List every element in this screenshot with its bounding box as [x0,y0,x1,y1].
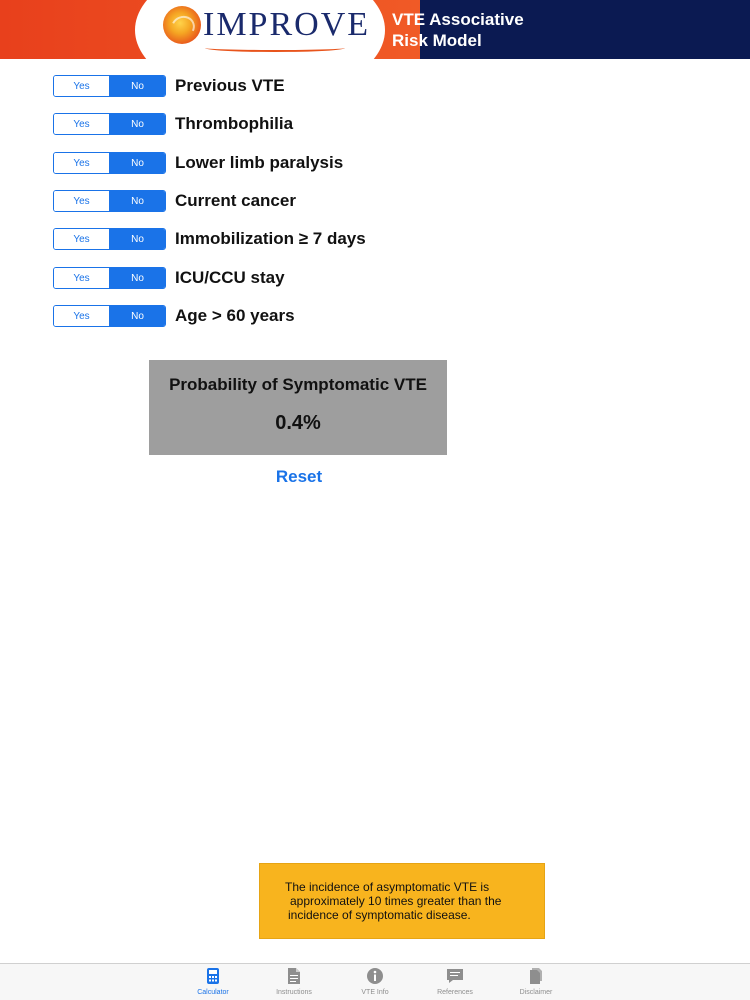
factor-row-lower-limb-paralysis: Yes No Lower limb paralysis [53,152,453,174]
speech-bubble-icon [447,969,463,983]
logo-text: IMPROVE [203,6,371,43]
tab-instructions[interactable]: Instructions [254,967,334,996]
no-option[interactable]: No [109,229,165,249]
tab-references[interactable]: References [415,967,495,996]
tab-label: Disclaimer [519,989,553,996]
no-option[interactable]: No [109,76,165,96]
factor-label: Current cancer [175,191,296,210]
tab-label: Calculator [197,989,229,996]
no-option[interactable]: No [109,114,165,134]
yes-option[interactable]: Yes [54,76,109,96]
factor-row-icu-ccu-stay: Yes No ICU/CCU stay [53,267,453,289]
tab-label: References [437,989,473,996]
probability-result-box: Probability of Symptomatic VTE 0.4% [149,360,447,455]
header-title-line1: VTE Associative [392,10,524,29]
tab-bar: Calculator Instructions VTE Info Referen… [0,963,750,1000]
factor-label: Lower limb paralysis [175,153,344,172]
note-text: The incidence of asymptomatic VTE is app… [285,880,535,922]
reset-button[interactable]: Reset [249,467,349,487]
factor-label: Age > 60 years [175,306,295,325]
tab-calculator[interactable]: Calculator [173,967,253,996]
info-icon [367,968,383,984]
header-title: VTE Associative Risk Model [392,9,524,51]
no-option[interactable]: No [109,268,165,288]
result-title: Probability of Symptomatic VTE [169,375,427,394]
factor-label: Thrombophilia [175,114,294,133]
yes-option[interactable]: Yes [54,191,109,211]
factor-row-immobilization: Yes No Immobilization ≥ 7 days [53,228,453,250]
yes-no-toggle[interactable]: Yes No [53,305,166,327]
note-line: The incidence of asymptomatic VTE is [285,880,490,894]
yes-no-toggle[interactable]: Yes No [53,190,166,212]
tab-label: VTE Info [361,989,389,996]
document-icon [288,968,300,984]
no-option[interactable]: No [109,191,165,211]
yes-option[interactable]: Yes [54,229,109,249]
tab-disclaimer[interactable]: Disclaimer [496,967,576,996]
no-option[interactable]: No [109,153,165,173]
factor-row-age-over-60: Yes No Age > 60 years [53,305,453,327]
note-line: incidence of symptomatic disease. [288,908,471,922]
result-value: 0.4% [275,412,321,434]
sun-logo-icon [163,6,201,44]
factor-row-thrombophilia: Yes No Thrombophilia [53,113,453,135]
yes-no-toggle[interactable]: Yes No [53,228,166,250]
logo-swoosh [205,44,345,52]
info-note-box: The incidence of asymptomatic VTE is app… [259,863,545,939]
header-title-line2: Risk Model [392,31,482,50]
factor-row-previous-vte: Yes No Previous VTE [53,75,453,97]
yes-no-toggle[interactable]: Yes No [53,113,166,135]
no-option[interactable]: No [109,306,165,326]
yes-option[interactable]: Yes [54,153,109,173]
factor-row-current-cancer: Yes No Current cancer [53,190,453,212]
yes-option[interactable]: Yes [54,306,109,326]
yes-no-toggle[interactable]: Yes No [53,267,166,289]
factor-label: Immobilization ≥ 7 days [175,229,366,248]
documents-icon [530,968,542,984]
tab-vte-info[interactable]: VTE Info [335,967,415,996]
yes-no-toggle[interactable]: Yes No [53,152,166,174]
factor-label: ICU/CCU stay [175,268,285,287]
yes-option[interactable]: Yes [54,114,109,134]
factor-label: Previous VTE [175,76,285,95]
yes-no-toggle[interactable]: Yes No [53,75,166,97]
calculator-icon [207,968,219,984]
note-line: approximately 10 times greater than the [290,894,502,908]
app-header: IMPROVE VTE Associative Risk Model [0,0,750,59]
tab-label: Instructions [276,989,312,996]
yes-option[interactable]: Yes [54,268,109,288]
